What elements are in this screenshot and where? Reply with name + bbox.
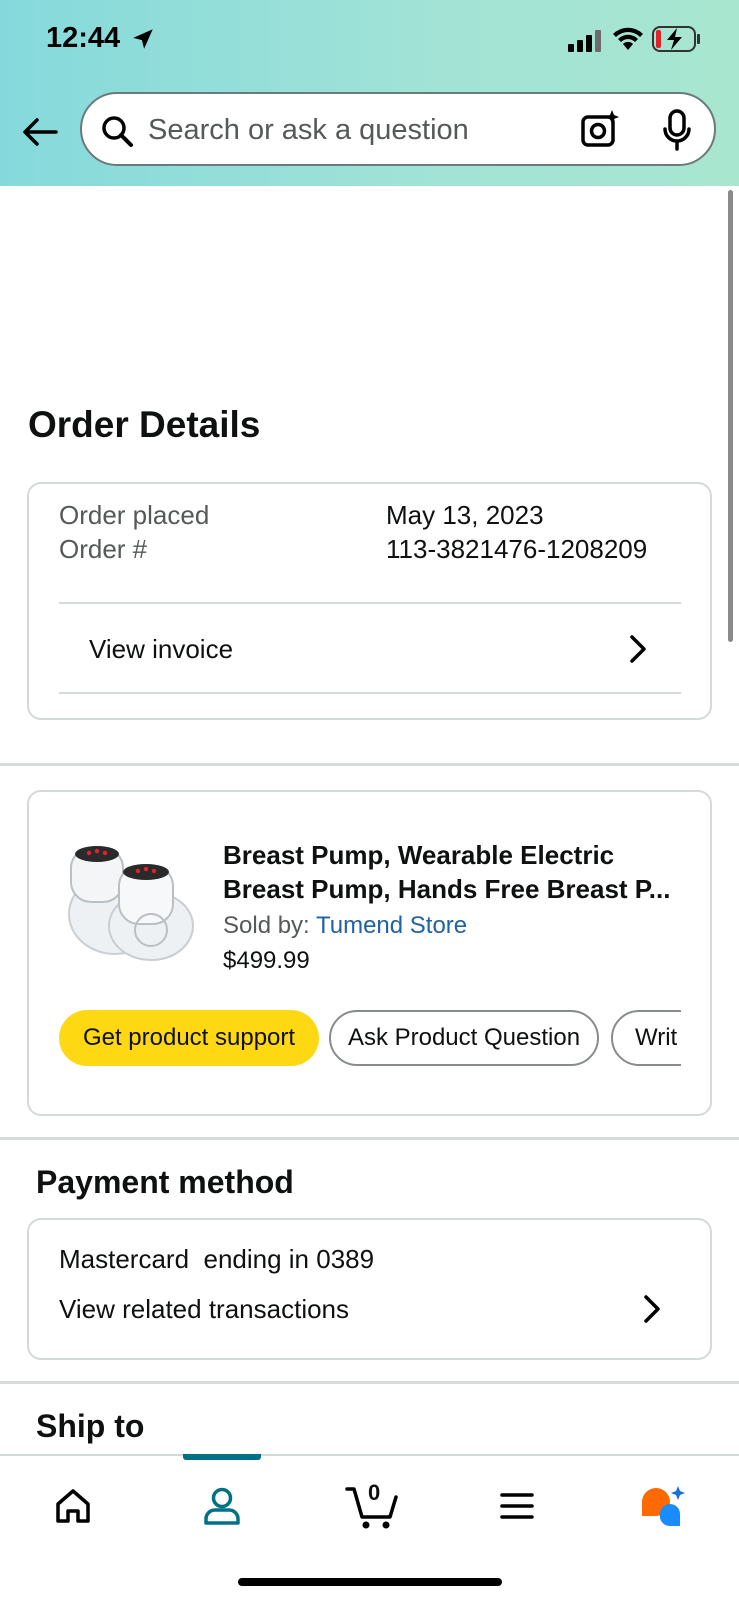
page-title: Order Details (28, 404, 261, 445)
home-icon (56, 1489, 90, 1523)
nav-home[interactable] (43, 1476, 103, 1536)
view-invoice-label: View invoice (89, 634, 234, 664)
write-review-button[interactable]: Writ (611, 1010, 681, 1066)
ask-product-question-button[interactable]: Ask Product Question (329, 1010, 599, 1066)
home-indicator (238, 1578, 502, 1586)
order-summary-card: Order placed May 13, 2023 Order # 113-38… (27, 482, 712, 720)
cellular-signal-icon (568, 30, 601, 52)
battery-charging-icon (652, 26, 700, 52)
order-placed-label: Order placed (59, 500, 210, 530)
product-action-buttons: Get product support Ask Product Question… (59, 1010, 681, 1070)
product-title[interactable]: Breast Pump, Wearable Electric Breast Pu… (223, 838, 683, 906)
nav-menu[interactable] (487, 1476, 547, 1536)
wifi-icon (613, 27, 643, 50)
search-input[interactable]: Search or ask a question (148, 114, 469, 147)
status-time: 12:44 (46, 22, 121, 54)
chevron-right-icon (644, 1295, 660, 1323)
app-header: 12:44 Search or ask a question (0, 0, 739, 186)
order-number-value: 113-3821476-1208209 (386, 534, 648, 564)
payment-method-title: Payment method (36, 1164, 294, 1200)
back-arrow-icon (23, 118, 58, 146)
scrollbar[interactable] (728, 190, 733, 642)
order-number-label: Order # (59, 534, 148, 564)
seller-link[interactable]: Tumend Store (316, 912, 467, 939)
chevron-right-icon (630, 635, 646, 663)
search-icon (102, 116, 133, 147)
order-placed-date: May 13, 2023 (386, 500, 544, 530)
divider (59, 692, 681, 694)
rufus-icon (642, 1486, 685, 1527)
get-product-support-button[interactable]: Get product support (59, 1010, 319, 1066)
camera-search-icon[interactable] (580, 109, 620, 149)
account-icon (204, 1487, 240, 1525)
nav-rufus[interactable] (632, 1476, 692, 1536)
section-separator (0, 763, 739, 766)
microphone-icon[interactable] (662, 109, 692, 151)
sold-by: Sold by: Tumend Store (223, 912, 467, 940)
payment-card-text: Mastercard ending in 0389 (59, 1244, 375, 1274)
product-image[interactable] (57, 842, 197, 962)
payment-method-card[interactable]: Mastercard ending in 0389 View related t… (27, 1218, 712, 1360)
active-tab-indicator (183, 1454, 261, 1460)
product-card: Breast Pump, Wearable Electric Breast Pu… (27, 790, 712, 1116)
section-separator (0, 1381, 739, 1384)
menu-icon (500, 1493, 534, 1519)
section-separator (0, 1137, 739, 1140)
product-price: $499.99 (223, 947, 310, 974)
ship-to-title: Ship to (36, 1408, 145, 1444)
view-related-transactions-link[interactable]: View related transactions (59, 1294, 349, 1325)
view-invoice-row[interactable]: View invoice (59, 604, 681, 692)
back-button[interactable] (18, 110, 62, 154)
nav-account[interactable] (192, 1476, 252, 1536)
nav-cart[interactable]: 0 (338, 1476, 408, 1536)
sold-by-label: Sold by: (223, 912, 310, 939)
product-title-line: Breast Pump, Hands Free Breast P... (223, 874, 671, 904)
location-arrow-icon (133, 29, 153, 49)
search-bar[interactable]: Search or ask a question (80, 92, 716, 166)
product-title-line: Breast Pump, Wearable Electric (223, 840, 615, 870)
cart-count: 0 (368, 1480, 381, 1505)
